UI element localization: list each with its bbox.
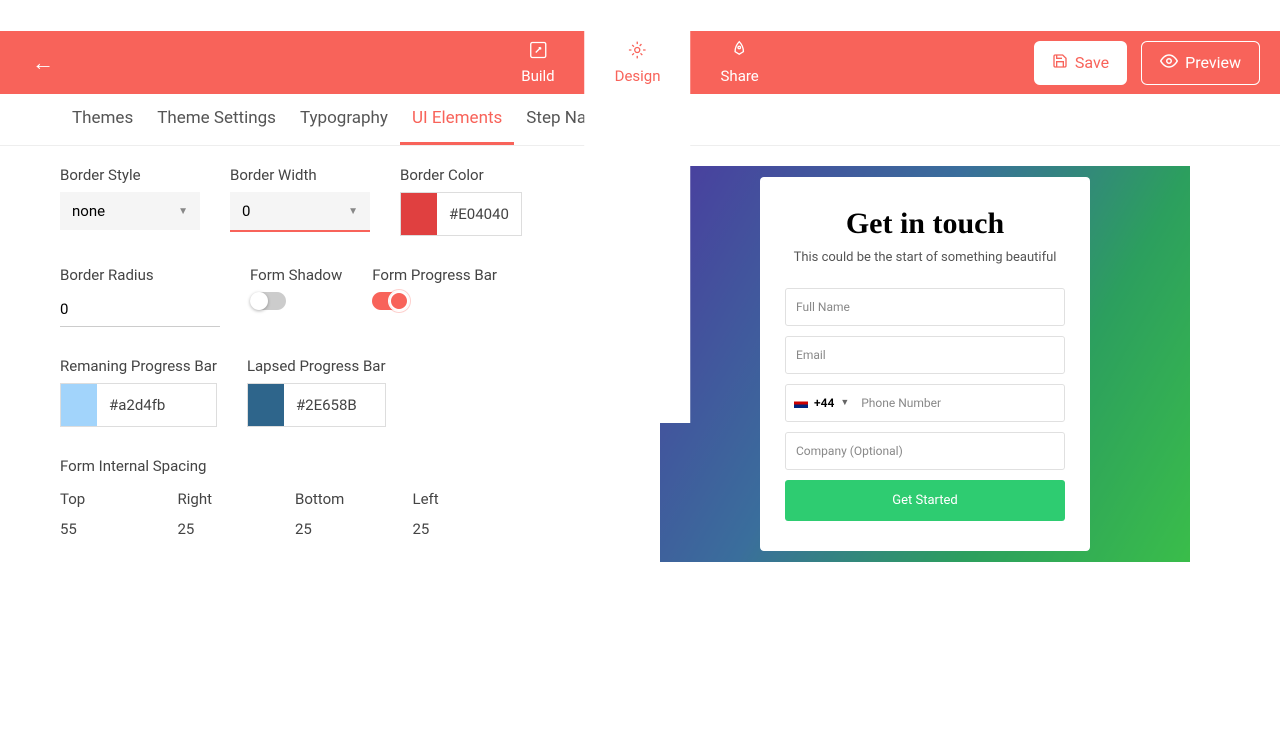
- tab-share[interactable]: Share: [691, 0, 789, 423]
- chevron-down-icon: ▼: [348, 206, 358, 217]
- save-label: Save: [1075, 53, 1109, 72]
- internal-spacing-title: Form Internal Spacing: [60, 457, 600, 475]
- lapsed-color-picker[interactable]: #2E658B: [247, 383, 386, 427]
- spacing-left: Left 25: [413, 490, 511, 538]
- preview-button[interactable]: Preview: [1141, 41, 1260, 85]
- flag-icon: [794, 398, 808, 408]
- arrow-left-icon: ←: [32, 51, 54, 76]
- form-progress-field: Form Progress Bar: [372, 266, 497, 327]
- back-button[interactable]: ←: [20, 45, 66, 81]
- tab-design[interactable]: Design: [585, 0, 691, 423]
- form-progress-toggle[interactable]: [372, 292, 408, 310]
- chevron-down-icon: ▼: [178, 206, 188, 217]
- phone-input-row[interactable]: +44 ▼ Phone Number: [785, 384, 1065, 422]
- save-button[interactable]: Save: [1034, 41, 1127, 85]
- spacing-label: Top: [60, 490, 158, 508]
- eye-icon: [1160, 52, 1178, 74]
- spacing-value[interactable]: 25: [295, 520, 393, 538]
- select-value: none: [72, 202, 105, 220]
- form-shadow-toggle[interactable]: [250, 292, 286, 310]
- rocket-icon: [730, 40, 750, 65]
- spacing-bottom: Bottom 25: [295, 490, 393, 538]
- spacing-label: Bottom: [295, 490, 393, 508]
- tab-label: Share: [721, 67, 759, 85]
- pencil-square-icon: [528, 40, 548, 65]
- subnav-typography[interactable]: Typography: [288, 94, 400, 145]
- color-value: #2E658B: [284, 396, 369, 414]
- tab-label: Build: [521, 67, 554, 85]
- field-label: Border Style: [60, 166, 200, 184]
- field-label: Border Radius: [60, 266, 220, 284]
- border-radius-input[interactable]: [60, 292, 220, 327]
- color-swatch: [401, 193, 437, 235]
- phone-number-input[interactable]: Phone Number: [855, 385, 1056, 421]
- full-name-input[interactable]: Full Name: [785, 288, 1065, 326]
- chevron-down-icon: ▼: [840, 397, 855, 408]
- gear-icon: [628, 40, 648, 65]
- field-label: Remaning Progress Bar: [60, 357, 217, 375]
- spacing-label: Left: [413, 490, 511, 508]
- spacing-label: Right: [178, 490, 276, 508]
- remaining-progress-field: Remaning Progress Bar #a2d4fb: [60, 357, 217, 427]
- email-input[interactable]: Email: [785, 336, 1065, 374]
- field-label: Form Shadow: [250, 266, 342, 284]
- field-label: Border Width: [230, 166, 370, 184]
- subnav-theme-settings[interactable]: Theme Settings: [145, 94, 288, 145]
- preview-label: Preview: [1185, 53, 1241, 72]
- save-icon: [1052, 53, 1068, 73]
- company-input[interactable]: Company (Optional): [785, 432, 1065, 470]
- spacing-top: Top 55: [60, 490, 158, 538]
- select-value: 0: [242, 202, 250, 220]
- tab-build[interactable]: Build: [491, 0, 584, 423]
- border-radius-field: Border Radius: [60, 266, 220, 327]
- phone-code: +44: [808, 396, 840, 410]
- form-box: Get in touch This could be the start of …: [760, 177, 1090, 550]
- form-shadow-field: Form Shadow: [250, 266, 342, 327]
- tab-label: Design: [615, 67, 661, 85]
- top-bar: ← Build Design Share Save: [0, 31, 1280, 94]
- color-swatch: [61, 384, 97, 426]
- field-label: Form Progress Bar: [372, 266, 497, 284]
- color-value: #a2d4fb: [97, 396, 177, 414]
- form-title: Get in touch: [785, 207, 1065, 241]
- form-subtitle: This could be the start of something bea…: [785, 249, 1065, 267]
- spacing-value[interactable]: 25: [413, 520, 511, 538]
- lapsed-progress-field: Lapsed Progress Bar #2E658B: [247, 357, 386, 427]
- top-actions: Save Preview: [1034, 41, 1260, 85]
- border-style-select[interactable]: none ▼: [60, 192, 200, 230]
- color-swatch: [248, 384, 284, 426]
- spacing-right: Right 25: [178, 490, 276, 538]
- spacing-value[interactable]: 55: [60, 520, 158, 538]
- top-tabs: Build Design Share: [491, 0, 789, 423]
- spacing-grid: Top 55 Right 25 Bottom 25 Left 25: [60, 490, 510, 538]
- subnav-themes[interactable]: Themes: [60, 94, 145, 145]
- remaining-color-picker[interactable]: #a2d4fb: [60, 383, 217, 427]
- field-label: Lapsed Progress Bar: [247, 357, 386, 375]
- get-started-button[interactable]: Get Started: [785, 480, 1065, 521]
- border-width-select[interactable]: 0 ▼: [230, 192, 370, 232]
- border-style-field: Border Style none ▼: [60, 166, 200, 236]
- border-width-field: Border Width 0 ▼: [230, 166, 370, 236]
- spacing-value[interactable]: 25: [178, 520, 276, 538]
